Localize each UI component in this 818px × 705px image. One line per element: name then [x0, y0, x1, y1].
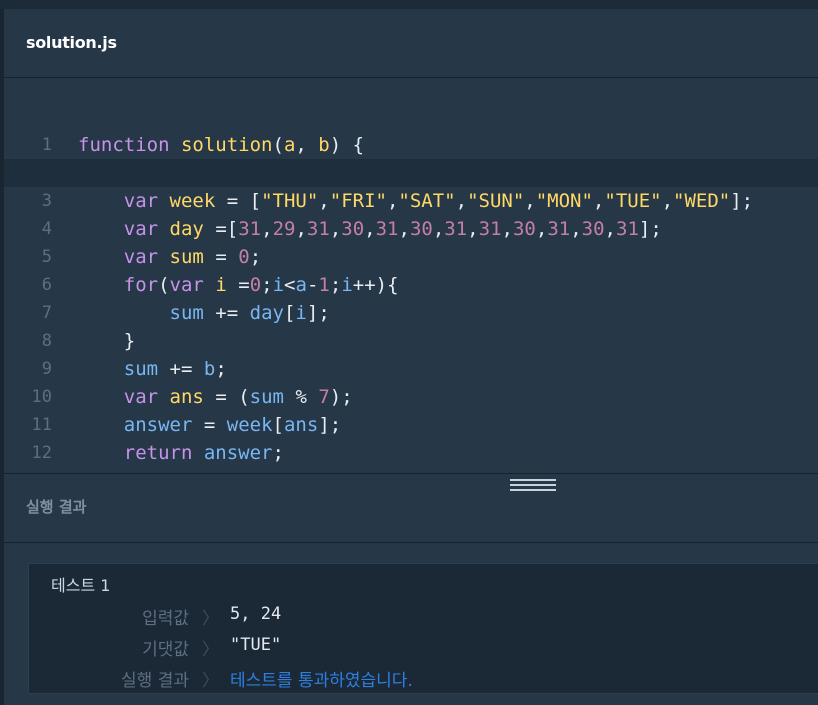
results-header: 실행 결과 — [0, 473, 818, 543]
test-name: 테스트 1 — [51, 576, 111, 595]
input-label: 입력값 — [142, 609, 189, 629]
expected-label: 기댓값 — [142, 640, 189, 660]
file-tab-header: solution.js — [0, 9, 818, 78]
expected-row: 기댓값 〉 "TUE" — [29, 635, 818, 660]
code-line[interactable]: 12 return answer; — [4, 411, 818, 464]
chevron-right-icon: 〉 — [202, 640, 219, 660]
resize-handle-icon[interactable] — [510, 479, 556, 491]
input-row: 입력값 〉 5, 24 — [29, 604, 818, 629]
test-result-box: 테스트 1 입력값 〉 5, 24 기댓값 〉 "TUE" 실행 결과 〉 테스… — [28, 563, 818, 694]
code-line[interactable]: 13} — [4, 439, 818, 492]
code-line[interactable]: 11 answer = week[ans]; — [4, 383, 818, 436]
result-row: 실행 결과 〉 테스트를 통과하였습니다. — [29, 666, 818, 691]
code-line[interactable]: 5 var sum = 0; — [4, 215, 818, 268]
chevron-right-icon: 〉 — [202, 671, 219, 691]
file-name: solution.js — [26, 33, 117, 52]
code-line[interactable]: 7 sum += day[i]; — [4, 271, 818, 324]
code-line-active[interactable]: 3 var week = ["THU","FRI","SAT","SUN","M… — [4, 159, 818, 212]
results-title: 실행 결과 — [26, 498, 87, 516]
expected-value: "TUE" — [230, 635, 282, 655]
code-line[interactable]: 6 for(var i =0;i<a-1;i++){ — [4, 243, 818, 296]
input-value: 5, 24 — [230, 604, 282, 624]
result-value: 테스트를 통과하였습니다. — [230, 671, 413, 691]
code-line[interactable]: 4 var day =[31,29,31,30,31,30,31,31,30,3… — [4, 187, 818, 240]
code-line[interactable]: 1 function solution(a, b) { — [4, 103, 818, 156]
code-line[interactable]: 10 var ans = (sum % 7); — [4, 355, 818, 408]
code-line[interactable]: 9 sum += b; — [4, 327, 818, 380]
code-line[interactable]: 8 } — [4, 299, 818, 352]
results-pane: 테스트 1 입력값 〉 5, 24 기댓값 〉 "TUE" 실행 결과 〉 테스… — [0, 543, 818, 705]
code-editor[interactable]: 1function solution(a, b) { 2 var answer … — [0, 78, 818, 492]
code-line[interactable]: 2 var answer = ''; — [4, 131, 818, 184]
top-strip — [0, 0, 818, 9]
chevron-right-icon: 〉 — [202, 609, 219, 629]
result-label: 실행 결과 — [121, 671, 189, 691]
